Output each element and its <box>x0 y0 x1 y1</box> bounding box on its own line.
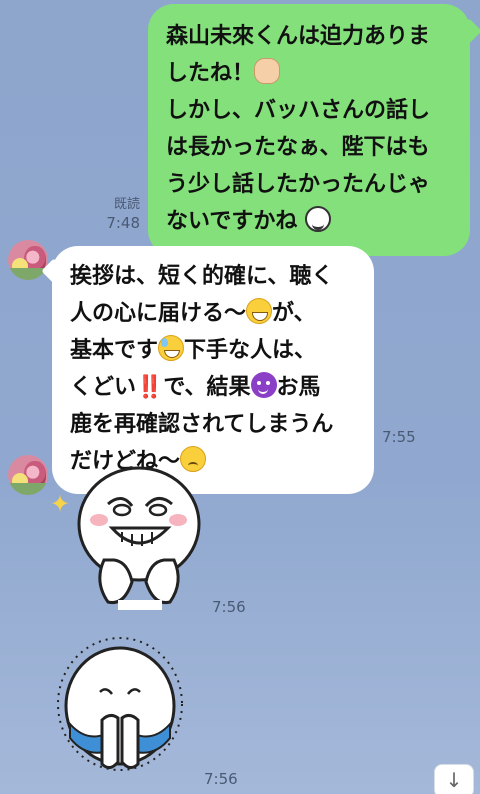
message-line: う少し話したかったんじゃ <box>166 172 431 197</box>
incoming-message-bubble[interactable]: 挨拶は、短く的確に、聴く 人の心に届ける〜 が、 基本です 下手な人は、 くどい‼️… <box>41 246 374 494</box>
avatar[interactable] <box>8 240 48 280</box>
squint-laugh-emoji <box>305 206 332 232</box>
message-line: は長かったなぁ、陛下はも <box>166 135 430 160</box>
chat-area: 森山未來くんは迫力ありま したね！ しかし、バッハさんの話し は長かったなぁ、陛… <box>0 0 480 794</box>
message-time: 7:56 <box>204 770 238 788</box>
message-line: くどい‼️で、結果 お馬 <box>70 369 360 406</box>
grin-emoji <box>246 298 273 324</box>
message-time: 7:56 <box>212 598 246 616</box>
message-line: 人の心に届ける〜 が、 <box>70 295 360 332</box>
double-exclamation: ‼️ <box>136 375 164 400</box>
read-receipt: 既読 <box>113 197 140 212</box>
sweat-smile-emoji <box>158 335 185 361</box>
message-line: 挨拶は、短く的確に、聴く <box>70 264 334 289</box>
devil-emoji <box>250 372 277 398</box>
clap-emoji <box>254 58 281 84</box>
message-time: 7:48 <box>106 214 140 232</box>
message-line: 森山未來くんは迫力ありま <box>166 24 431 49</box>
message-time: 7:55 <box>382 428 416 446</box>
outgoing-message-meta: 既読 7:48 <box>106 196 140 232</box>
avatar-leaves <box>8 483 48 495</box>
scroll-to-bottom-button[interactable]: ↓ <box>434 764 474 794</box>
sparkle-icon: ✦ <box>50 490 71 518</box>
avatar[interactable] <box>8 455 48 495</box>
message-line: 基本です 下手な人は、 <box>70 332 360 369</box>
message-line: 鹿を再確認されてしまうん <box>70 412 334 437</box>
arrow-down-icon: ↓ <box>445 768 463 792</box>
message-line: したね！ <box>166 55 454 92</box>
message-line: しかし、バッハさんの話し <box>166 98 431 123</box>
bubble-tail <box>456 18 480 44</box>
message-line: ないですかね <box>166 203 454 240</box>
outgoing-message-bubble[interactable]: 森山未來くんは迫力ありま したね！ しかし、バッハさんの話し は長かったなぁ、陛… <box>148 4 480 256</box>
crying-character-sticker[interactable] <box>56 634 186 794</box>
grinning-character-sticker[interactable] <box>74 462 204 612</box>
